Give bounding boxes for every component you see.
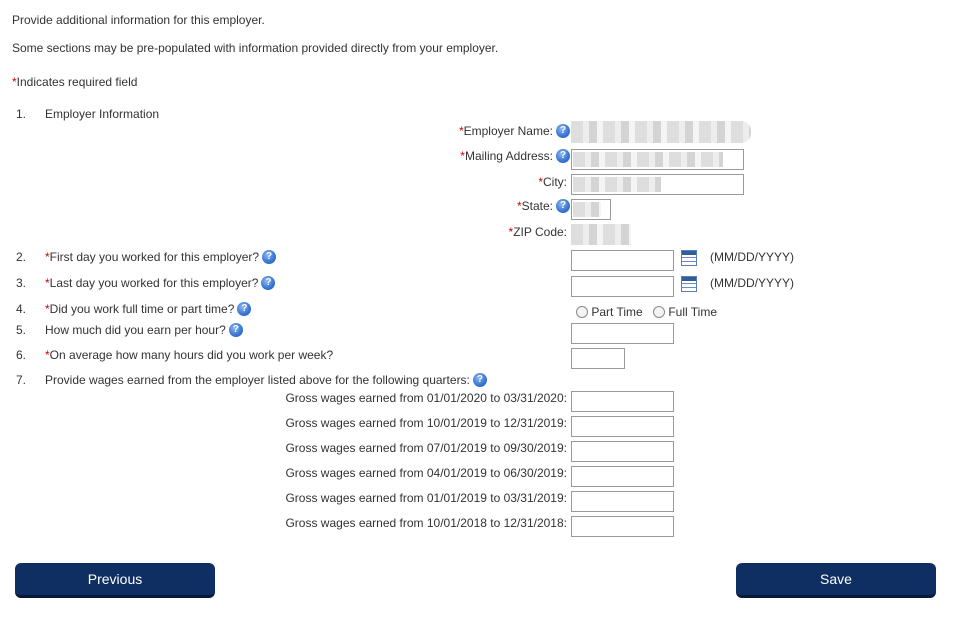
intro-line-1: Provide additional information for this … bbox=[12, 13, 265, 27]
calendar-icon[interactable] bbox=[681, 250, 697, 266]
wage-input-1[interactable] bbox=[571, 391, 674, 412]
employer-name-value bbox=[571, 121, 751, 143]
wage-label-6: Gross wages earned from 10/01/2018 to 12… bbox=[285, 516, 567, 530]
state-select[interactable] bbox=[571, 199, 611, 220]
help-icon[interactable]: ? bbox=[556, 148, 570, 163]
city-input[interactable] bbox=[571, 174, 744, 195]
help-icon[interactable]: ? bbox=[556, 198, 570, 213]
help-icon[interactable]: ? bbox=[262, 249, 277, 264]
wage-input-2[interactable] bbox=[571, 416, 674, 437]
hours-per-week-input[interactable] bbox=[571, 348, 625, 369]
section-1-title: Employer Information bbox=[45, 107, 160, 121]
wage-input-6[interactable] bbox=[571, 516, 674, 537]
save-button[interactable]: Save bbox=[736, 563, 936, 598]
mailing-address-input[interactable] bbox=[571, 149, 744, 170]
q5-label: How much did you earn per hour?? bbox=[45, 322, 243, 338]
calendar-icon[interactable] bbox=[681, 276, 697, 292]
q2-number: 2. bbox=[16, 250, 27, 264]
part-time-label: Part Time bbox=[591, 305, 643, 319]
q3-date-hint: (MM/DD/YYYY) bbox=[710, 276, 794, 290]
intro-line-2: Some sections may be pre-populated with … bbox=[12, 41, 499, 55]
part-time-option[interactable]: Part Time bbox=[576, 305, 643, 319]
q7-number: 7. bbox=[16, 373, 27, 387]
zip-label: *ZIP Code: bbox=[508, 225, 567, 239]
help-icon[interactable]: ? bbox=[556, 123, 570, 138]
full-time-label: Full Time bbox=[668, 305, 718, 319]
q5-number: 5. bbox=[16, 323, 27, 337]
q2-date-hint: (MM/DD/YYYY) bbox=[710, 250, 794, 264]
wage-label-5: Gross wages earned from 01/01/2019 to 03… bbox=[285, 491, 567, 505]
help-icon[interactable]: ? bbox=[472, 372, 487, 387]
q4-number: 4. bbox=[16, 302, 27, 316]
employer-name-label: *Employer Name:? bbox=[300, 123, 570, 139]
wage-label-3: Gross wages earned from 07/01/2019 to 09… bbox=[285, 441, 567, 455]
section-1-number: 1. bbox=[16, 107, 27, 121]
part-time-radio[interactable] bbox=[576, 305, 588, 318]
wage-label-2: Gross wages earned from 10/01/2019 to 12… bbox=[285, 416, 567, 430]
wage-label-4: Gross wages earned from 04/01/2019 to 06… bbox=[285, 466, 567, 480]
help-icon[interactable]: ? bbox=[237, 301, 252, 316]
zip-value bbox=[571, 224, 631, 245]
q6-label: *On average how many hours did you work … bbox=[45, 348, 334, 362]
wage-input-4[interactable] bbox=[571, 466, 674, 487]
city-label: *City: bbox=[538, 175, 567, 189]
last-day-input[interactable] bbox=[571, 276, 674, 297]
mailing-address-label: *Mailing Address:? bbox=[300, 148, 570, 164]
q7-label: Provide wages earned from the employer l… bbox=[45, 372, 487, 388]
q3-label: *Last day you worked for this employer?? bbox=[45, 275, 276, 291]
q2-label: *First day you worked for this employer?… bbox=[45, 249, 277, 265]
help-icon[interactable]: ? bbox=[261, 275, 276, 290]
required-note-text: Indicates required field bbox=[16, 75, 138, 89]
previous-button[interactable]: Previous bbox=[15, 563, 215, 598]
wage-input-3[interactable] bbox=[571, 441, 674, 462]
q6-number: 6. bbox=[16, 348, 27, 362]
required-field-note: *Indicates required field bbox=[12, 75, 137, 89]
first-day-input[interactable] bbox=[571, 250, 674, 271]
state-label: *State:? bbox=[300, 198, 570, 214]
wage-input-5[interactable] bbox=[571, 491, 674, 512]
q4-label: *Did you work full time or part time?? bbox=[45, 301, 252, 317]
wage-label-1: Gross wages earned from 01/01/2020 to 03… bbox=[285, 391, 567, 405]
hourly-wage-input[interactable] bbox=[571, 323, 674, 344]
full-time-radio[interactable] bbox=[653, 305, 665, 318]
q3-number: 3. bbox=[16, 276, 27, 290]
help-icon[interactable]: ? bbox=[228, 322, 243, 337]
full-time-option[interactable]: Full Time bbox=[653, 305, 717, 319]
